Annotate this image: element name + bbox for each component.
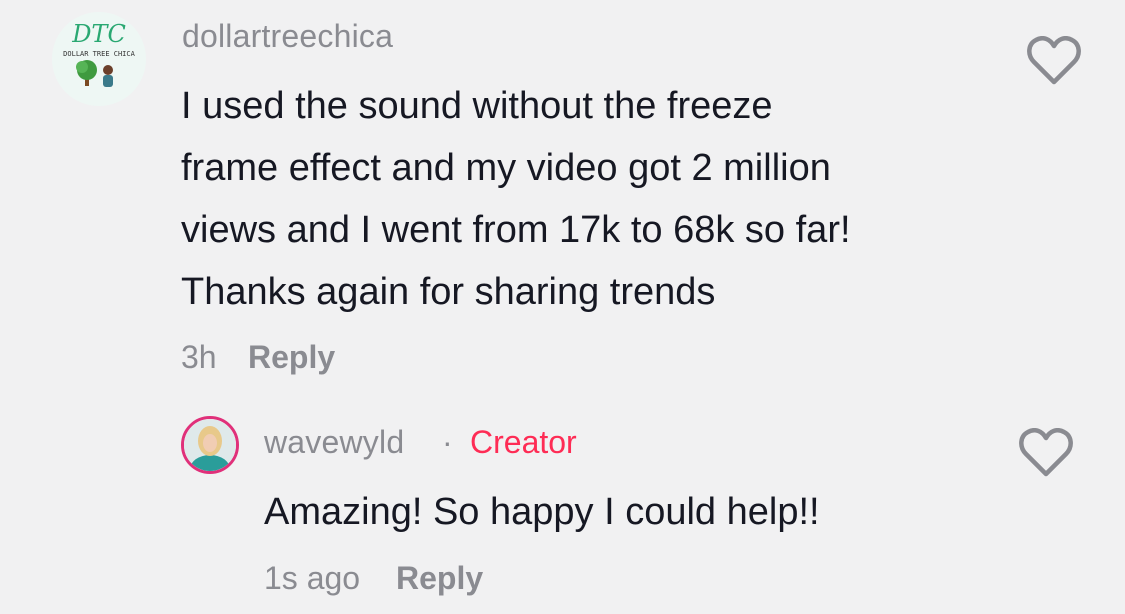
creator-badge: Creator <box>470 424 577 460</box>
avatar-logo-subtext: DOLLAR TREE CHICA <box>63 50 135 58</box>
comment-text: Amazing! So happy I could help!! <box>264 481 984 543</box>
avatar-image: DTC DOLLAR TREE CHICA <box>52 12 146 106</box>
avatar-logo-text: DTC <box>71 20 126 48</box>
avatar[interactable]: DTC DOLLAR TREE CHICA <box>52 12 146 106</box>
comment-text-line: Amazing! So happy I could help!! <box>264 491 820 533</box>
reply-comment-item: wavewyld · Creator Amazing! So happy I c… <box>0 400 1125 614</box>
reply-button[interactable]: Reply <box>396 560 483 597</box>
comment-item: DTC DOLLAR TREE CHICA dollartreechica I … <box>0 0 1125 400</box>
comment-text-line: frame effect and my video got 2 million <box>181 147 831 189</box>
comment-timestamp: 1s ago <box>264 560 361 596</box>
comment-text-line: views and I went from 17k to 68k so far! <box>181 209 851 251</box>
comment-username[interactable]: dollartreechica <box>182 18 393 55</box>
comment-username[interactable]: wavewyld <box>264 424 404 461</box>
comment-timestamp: 3h <box>181 339 217 375</box>
comment-text-line: Thanks again for sharing trends <box>181 271 716 313</box>
reply-button[interactable]: Reply <box>248 339 335 376</box>
heart-outline-icon[interactable] <box>1026 36 1082 86</box>
avatar-image <box>184 419 236 471</box>
heart-outline-icon[interactable] <box>1018 428 1074 478</box>
comment-text: I used the sound without the freeze fram… <box>181 75 981 323</box>
comment-text-line: I used the sound without the freeze <box>181 85 773 127</box>
username-separator: · <box>442 424 453 460</box>
avatar[interactable] <box>181 416 239 474</box>
